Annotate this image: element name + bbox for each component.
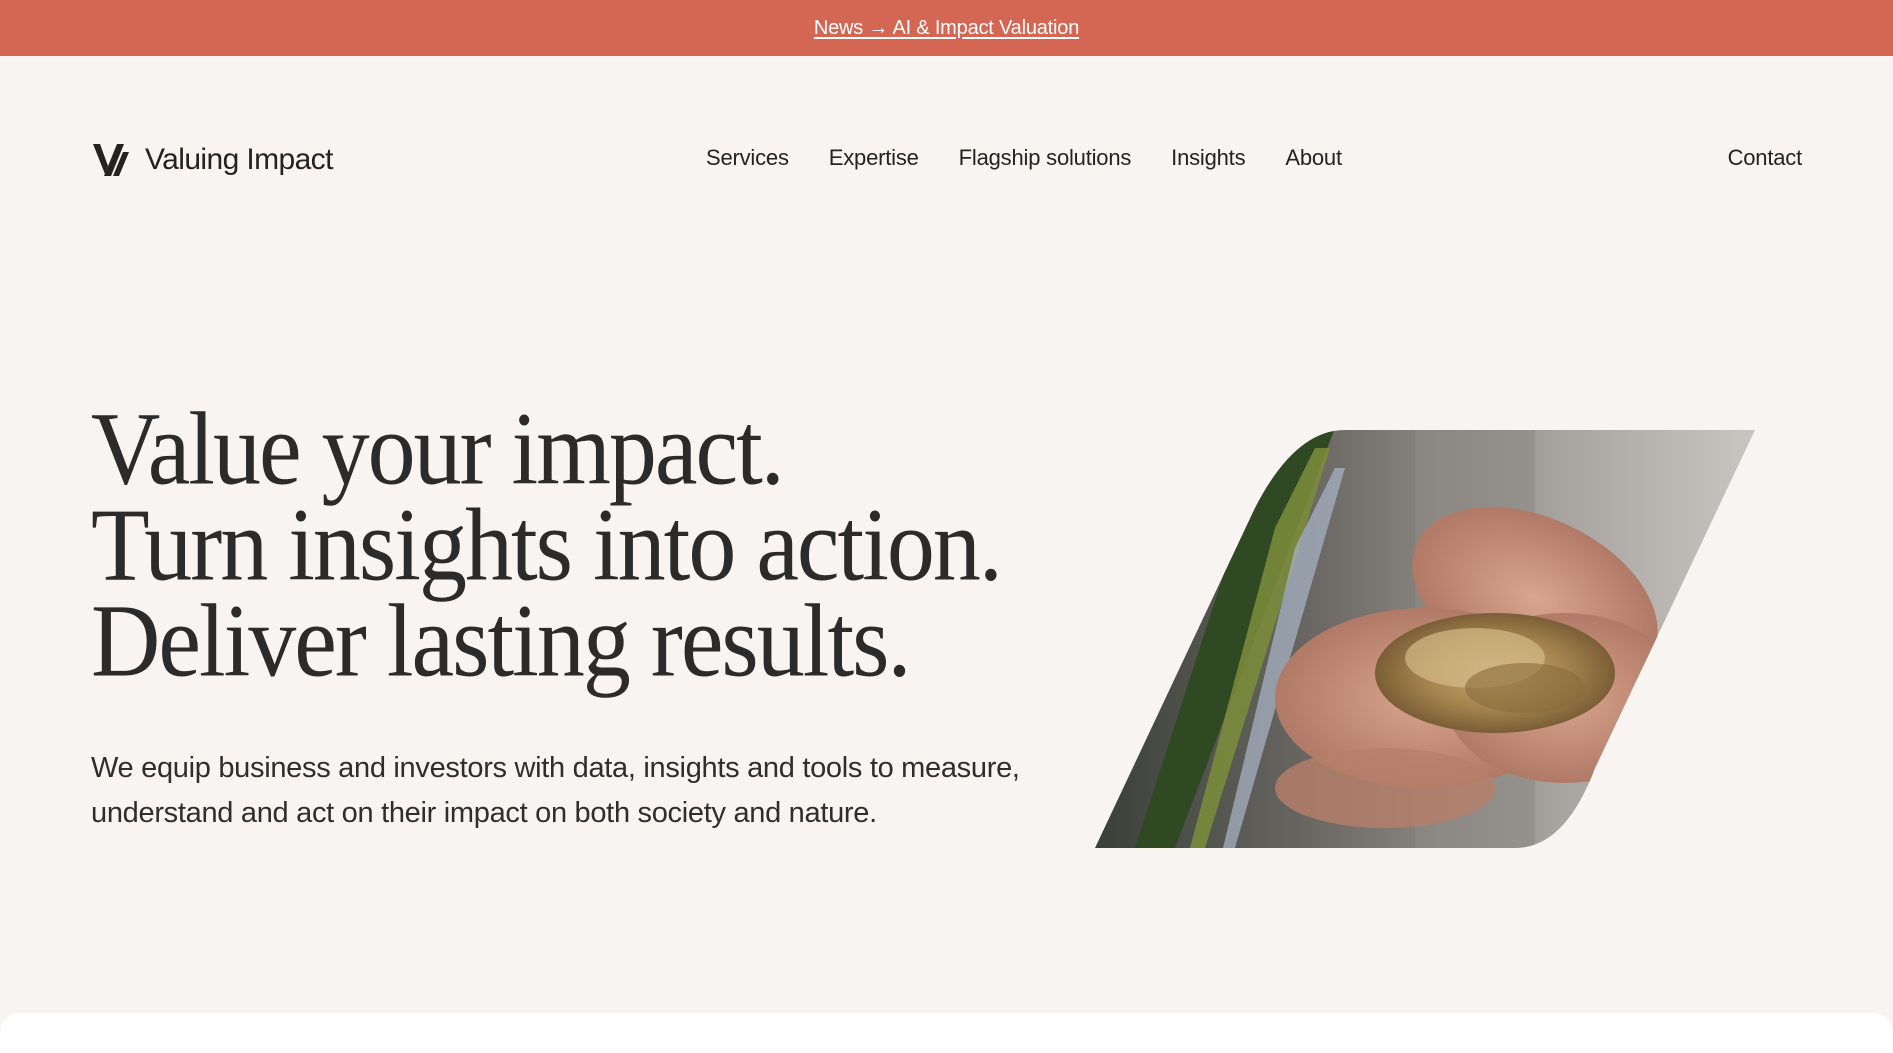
hero-image [1095,428,1757,848]
nav-insights[interactable]: Insights [1171,145,1245,171]
hero-subtitle: We equip business and investors with dat… [91,752,1020,829]
hero-title: Value your impact. Turn insights into ac… [91,397,1003,699]
nav-about[interactable]: About [1285,145,1342,171]
logo-link[interactable]: Valuing Impact [91,140,333,180]
main-nav: Services Expertise Flagship solutions In… [706,145,1342,171]
nav-expertise[interactable]: Expertise [829,145,919,171]
vi-monogram-icon [91,140,131,180]
contact-link[interactable]: Contact [1728,145,1803,171]
announcement-bar: News → AI & Impact Valuation [0,0,1893,56]
nav-flagship-solutions[interactable]: Flagship solutions [959,145,1132,171]
announcement-link[interactable]: News → AI & Impact Valuation [814,17,1079,40]
brand-name: Valuing Impact [145,143,333,176]
next-section-card [0,1013,1893,1053]
hero-title-line-3: Deliver lasting results. [91,582,911,699]
hero-title-line-2: Turn insights into action. [91,486,1003,603]
nav-services[interactable]: Services [706,145,789,171]
hero-title-line-1: Value your impact. [91,390,785,507]
